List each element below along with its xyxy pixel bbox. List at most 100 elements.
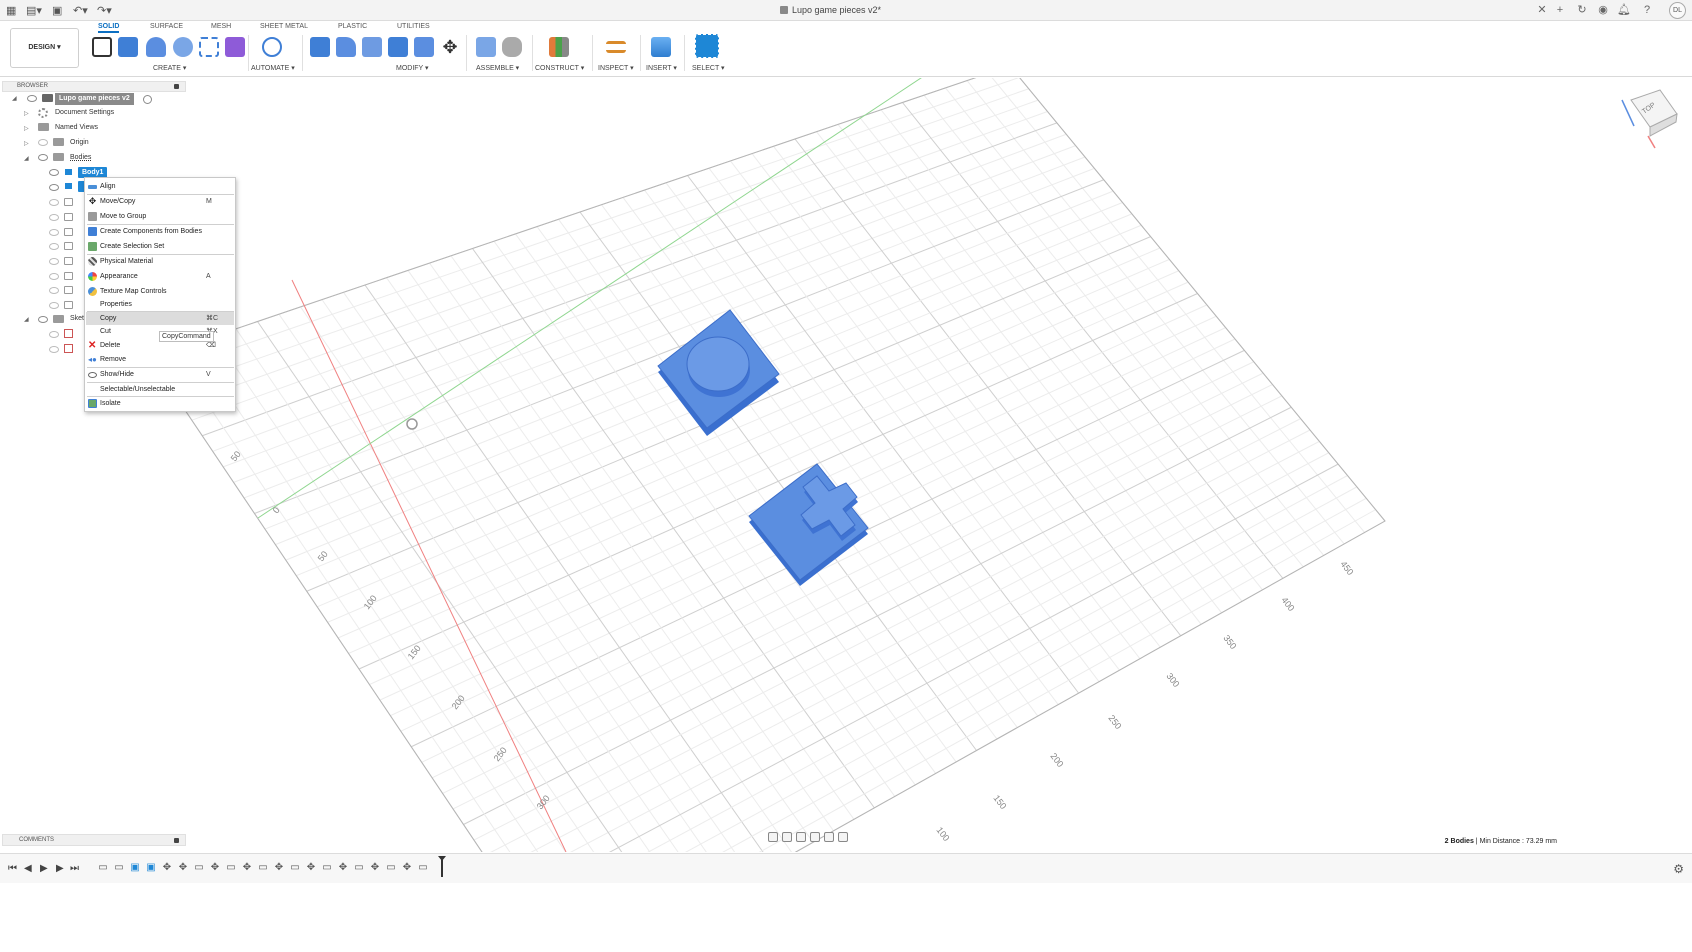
root-component[interactable]: Lupo game pieces v2: [55, 93, 134, 105]
apps-grid-icon[interactable]: ▦: [6, 4, 16, 17]
extensions-icon[interactable]: ◉: [1596, 3, 1610, 17]
visibility-eye-icon[interactable]: [49, 243, 59, 250]
timeline-marker[interactable]: [438, 856, 446, 877]
collapse-caret-icon[interactable]: ◢: [12, 96, 18, 102]
browser-pin-icon[interactable]: [174, 84, 179, 89]
collapse-caret-icon[interactable]: ◢: [24, 317, 30, 323]
shell-icon[interactable]: [388, 37, 408, 57]
timeline-sketch-icon[interactable]: ▭: [418, 863, 428, 873]
help-icon[interactable]: ?: [1640, 3, 1654, 17]
redo-icon[interactable]: ↷▾: [97, 4, 112, 17]
timeline-move-icon[interactable]: ✥: [242, 863, 252, 873]
display-settings-icon[interactable]: [824, 832, 834, 842]
visibility-eye-icon[interactable]: [38, 154, 48, 161]
orbit-icon[interactable]: [768, 832, 778, 842]
measure-icon[interactable]: [606, 41, 626, 53]
tree-sketches[interactable]: Sket: [70, 313, 84, 325]
visibility-eye-icon[interactable]: [49, 214, 59, 221]
timeline-sketch-icon[interactable]: ▭: [98, 863, 108, 873]
go-to-start-icon[interactable]: ⏮: [8, 863, 17, 874]
visibility-eye-icon[interactable]: [38, 316, 48, 323]
workspace-switcher[interactable]: DESIGN ▾: [10, 28, 79, 68]
expand-caret-icon[interactable]: ▷: [24, 111, 30, 117]
look-at-icon[interactable]: [782, 832, 792, 842]
step-back-icon[interactable]: ◀: [24, 863, 32, 874]
menu-texture-map-controls[interactable]: Texture Map Controls: [86, 285, 234, 298]
close-tab-icon[interactable]: ✕: [1535, 3, 1549, 17]
timeline-move-icon[interactable]: ✥: [274, 863, 284, 873]
tree-document-settings[interactable]: Document Settings: [55, 107, 114, 119]
notifications-icon[interactable]: 🔔︎: [1617, 3, 1631, 17]
menu-properties[interactable]: Properties: [86, 298, 234, 311]
visibility-eye-icon[interactable]: [38, 139, 48, 146]
pattern-icon[interactable]: [199, 37, 219, 57]
timeline-settings-icon[interactable]: ⚙: [1673, 862, 1684, 876]
tab-utilities[interactable]: UTILITIES: [397, 23, 430, 30]
fillet-icon[interactable]: [336, 37, 356, 57]
tab-surface[interactable]: SURFACE: [150, 23, 183, 30]
move-copy-icon[interactable]: ✥: [440, 37, 460, 57]
offset-plane-icon[interactable]: [549, 37, 569, 57]
create-menu[interactable]: CREATE ▾: [153, 64, 186, 72]
automate-icon[interactable]: [262, 37, 282, 57]
construct-menu[interactable]: CONSTRUCT ▾: [535, 64, 584, 72]
menu-copy[interactable]: Copy ⌘C: [86, 312, 234, 325]
extrude-icon[interactable]: [118, 37, 138, 57]
visibility-eye-icon[interactable]: [49, 169, 59, 176]
undo-icon[interactable]: ↶▾: [73, 4, 88, 17]
tab-plastic[interactable]: PLASTIC: [338, 23, 367, 30]
timeline-sketch-icon[interactable]: ▭: [226, 863, 236, 873]
file-menu-icon[interactable]: ▤▾: [26, 4, 42, 17]
sync-icon[interactable]: ↻: [1575, 3, 1589, 17]
visibility-eye-icon[interactable]: [49, 346, 59, 353]
save-icon[interactable]: ▣: [52, 4, 62, 17]
revolve-icon[interactable]: [146, 37, 166, 57]
timeline-move-icon[interactable]: ✥: [338, 863, 348, 873]
inspect-menu[interactable]: INSPECT ▾: [598, 64, 634, 72]
new-component-icon[interactable]: [476, 37, 496, 57]
timeline-move-icon[interactable]: ✥: [402, 863, 412, 873]
press-pull-icon[interactable]: [310, 37, 330, 57]
timeline-sketch-icon[interactable]: ▭: [194, 863, 204, 873]
go-to-end-icon[interactable]: ⏭: [70, 863, 79, 874]
visibility-eye-icon[interactable]: [49, 229, 59, 236]
timeline-extrude-icon[interactable]: ▣: [130, 863, 140, 873]
select-icon[interactable]: [695, 34, 719, 58]
menu-create-selection-set[interactable]: Create Selection Set: [86, 240, 234, 253]
tree-named-views[interactable]: Named Views: [55, 122, 98, 134]
timeline-sketch-icon[interactable]: ▭: [354, 863, 364, 873]
menu-create-components[interactable]: Create Components from Bodies: [86, 225, 234, 238]
menu-move-to-group[interactable]: Move to Group: [86, 210, 234, 223]
timeline-sketch-icon[interactable]: ▭: [258, 863, 268, 873]
comments-panel[interactable]: COMMENTS: [2, 834, 186, 846]
zoom-icon[interactable]: [810, 832, 820, 842]
chamfer-icon[interactable]: [362, 37, 382, 57]
new-tab-icon[interactable]: +: [1553, 3, 1567, 17]
tree-origin[interactable]: Origin: [70, 137, 89, 149]
menu-align[interactable]: Align: [86, 180, 234, 193]
visibility-eye-icon[interactable]: [49, 258, 59, 265]
collapse-caret-icon[interactable]: ◢: [24, 156, 30, 162]
visibility-eye-icon[interactable]: [27, 95, 37, 102]
visibility-eye-icon[interactable]: [49, 302, 59, 309]
visibility-eye-icon[interactable]: [49, 331, 59, 338]
form-icon[interactable]: [225, 37, 245, 57]
step-forward-icon[interactable]: ▶: [56, 863, 64, 874]
menu-isolate[interactable]: Isolate: [86, 397, 234, 410]
timeline-extrude-icon[interactable]: ▣: [146, 863, 156, 873]
menu-selectable[interactable]: Selectable/Unselectable: [86, 383, 234, 396]
comments-pin-icon[interactable]: [174, 838, 179, 843]
user-avatar[interactable]: DL: [1669, 2, 1686, 19]
menu-appearance[interactable]: Appearance A: [86, 270, 234, 283]
menu-physical-material[interactable]: Physical Material: [86, 255, 234, 268]
grid-settings-icon[interactable]: [838, 832, 848, 842]
expand-caret-icon[interactable]: ▷: [24, 126, 30, 132]
visibility-eye-icon[interactable]: [49, 184, 59, 191]
assemble-menu[interactable]: ASSEMBLE ▾: [476, 64, 519, 72]
create-sketch-icon[interactable]: [92, 37, 112, 57]
select-menu[interactable]: SELECT ▾: [692, 64, 725, 72]
automate-menu[interactable]: AUTOMATE ▾: [251, 64, 295, 72]
tab-solid[interactable]: SOLID: [98, 23, 120, 33]
timeline-move-icon[interactable]: ✥: [370, 863, 380, 873]
play-icon[interactable]: ▶: [40, 863, 48, 874]
